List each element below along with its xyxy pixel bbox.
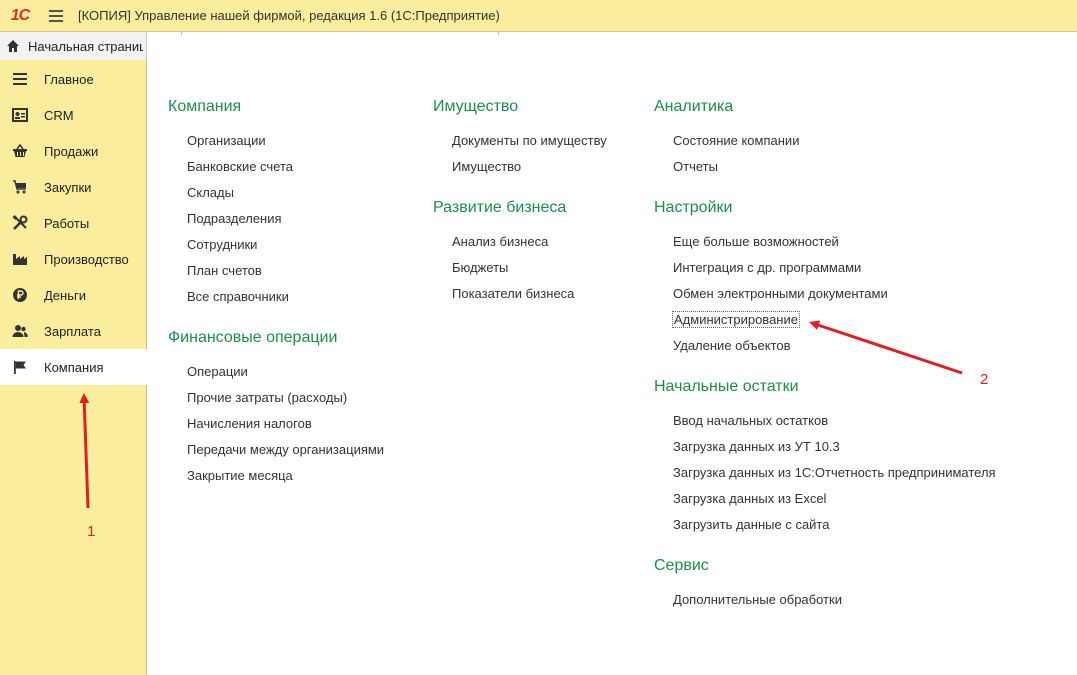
sidebar-item-crm[interactable]: CRM <box>0 97 147 133</box>
link-bank-accounts[interactable]: Банковские счета <box>187 159 293 174</box>
link-budgets[interactable]: Бюджеты <box>452 260 508 275</box>
app-logo[interactable]: 1С <box>2 0 38 32</box>
link-other-expenses[interactable]: Прочие затраты (расходы) <box>187 390 347 405</box>
cart-icon <box>10 177 30 197</box>
link-delete-objects[interactable]: Удаление объектов <box>673 338 791 353</box>
link-administration[interactable]: Администрирование <box>672 311 800 328</box>
group-title-settings: Настройки <box>654 199 733 216</box>
link-all-directories[interactable]: Все справочники <box>187 289 289 304</box>
title-bar: 1С [КОПИЯ] Управление нашей фирмой, реда… <box>0 0 1077 32</box>
sidebar-item-label: Продажи <box>44 143 99 159</box>
tab-divider <box>498 32 499 35</box>
link-inter-org-transfers[interactable]: Передачи между организациями <box>187 442 384 457</box>
annotation-number-2: 2 <box>980 371 989 388</box>
hamburger-menu-icon[interactable] <box>46 5 68 27</box>
tab-strip: Начальная страница <box>0 32 1077 60</box>
home-icon <box>7 40 19 52</box>
group-title-initial-balances: Начальные остатки <box>654 378 799 395</box>
sidebar-item-label: Производство <box>44 251 129 267</box>
link-load-ut[interactable]: Загрузка данных из УТ 10.3 <box>673 439 840 454</box>
sidebar-item-label: Деньги <box>44 287 86 303</box>
link-month-closing[interactable]: Закрытие месяца <box>187 468 293 483</box>
sidebar-item-label: Зарплата <box>44 323 101 339</box>
sidebar: Главное CRM Продажи Закупки Работы Произ… <box>0 60 147 675</box>
link-reports[interactable]: Отчеты <box>673 159 718 174</box>
link-chart-of-accounts[interactable]: План счетов <box>187 263 262 278</box>
sidebar-item-sales[interactable]: Продажи <box>0 133 147 169</box>
group-title-service: Сервис <box>654 557 709 574</box>
sidebar-item-main[interactable]: Главное <box>0 61 147 97</box>
link-property[interactable]: Имущество <box>452 159 521 174</box>
link-property-documents[interactable]: Документы по имуществу <box>452 133 607 148</box>
contact-card-icon <box>10 105 30 125</box>
window-title: [КОПИЯ] Управление нашей фирмой, редакци… <box>78 8 500 23</box>
sidebar-item-works[interactable]: Работы <box>0 205 147 241</box>
annotation-number-1: 1 <box>87 523 96 540</box>
link-integration[interactable]: Интеграция с др. программами <box>673 260 861 275</box>
tab-home[interactable]: Начальная страница <box>0 32 147 60</box>
tools-icon <box>10 213 30 233</box>
link-tax-accruals[interactable]: Начисления налогов <box>187 416 312 431</box>
link-warehouses[interactable]: Склады <box>187 185 234 200</box>
sidebar-item-label: Закупки <box>44 179 92 195</box>
sidebar-item-purchases[interactable]: Закупки <box>0 169 147 205</box>
ruble-icon <box>10 285 30 305</box>
sidebar-item-label: Работы <box>44 215 90 231</box>
link-load-excel[interactable]: Загрузка данных из Excel <box>673 491 826 506</box>
sidebar-item-company[interactable]: Компания <box>0 349 147 385</box>
list-icon <box>10 69 30 89</box>
link-business-indicators[interactable]: Показатели бизнеса <box>452 286 574 301</box>
group-title-property: Имущество <box>433 98 519 115</box>
group-title-company: Компания <box>168 98 242 115</box>
factory-icon <box>10 249 30 269</box>
link-edi[interactable]: Обмен электронными документами <box>673 286 888 301</box>
group-title-business-dev: Развитие бизнеса <box>433 199 567 216</box>
link-load-1c-reporting[interactable]: Загрузка данных из 1С:Отчетность предпри… <box>673 465 996 480</box>
flag-icon <box>10 357 30 377</box>
basket-icon <box>10 141 30 161</box>
tab-divider <box>181 32 182 35</box>
link-enter-initial-balances[interactable]: Ввод начальных остатков <box>673 413 828 428</box>
tab-home-label: Начальная страница <box>28 38 143 54</box>
people-icon <box>10 321 30 341</box>
section-panel: Компания Организации Банковские счета Ск… <box>148 60 1077 675</box>
link-additional-processing[interactable]: Дополнительные обработки <box>673 592 842 607</box>
sidebar-item-label: CRM <box>44 107 74 123</box>
sidebar-item-salary[interactable]: Зарплата <box>0 313 147 349</box>
group-title-analytics: Аналитика <box>654 98 734 115</box>
sidebar-item-production[interactable]: Производство <box>0 241 147 277</box>
link-organizations[interactable]: Организации <box>187 133 266 148</box>
link-employees[interactable]: Сотрудники <box>187 237 257 252</box>
link-departments[interactable]: Подразделения <box>187 211 282 226</box>
link-operations[interactable]: Операции <box>187 364 248 379</box>
sidebar-item-label: Компания <box>44 359 104 375</box>
link-business-analysis[interactable]: Анализ бизнеса <box>452 234 548 249</box>
sidebar-item-money[interactable]: Деньги <box>0 277 147 313</box>
link-more-features[interactable]: Еще больше возможностей <box>673 234 839 249</box>
group-title-financial-ops: Финансовые операции <box>168 329 338 346</box>
link-load-from-site[interactable]: Загрузить данные с сайта <box>673 517 829 532</box>
link-company-state[interactable]: Состояние компании <box>673 133 799 148</box>
sidebar-item-label: Главное <box>44 71 94 87</box>
